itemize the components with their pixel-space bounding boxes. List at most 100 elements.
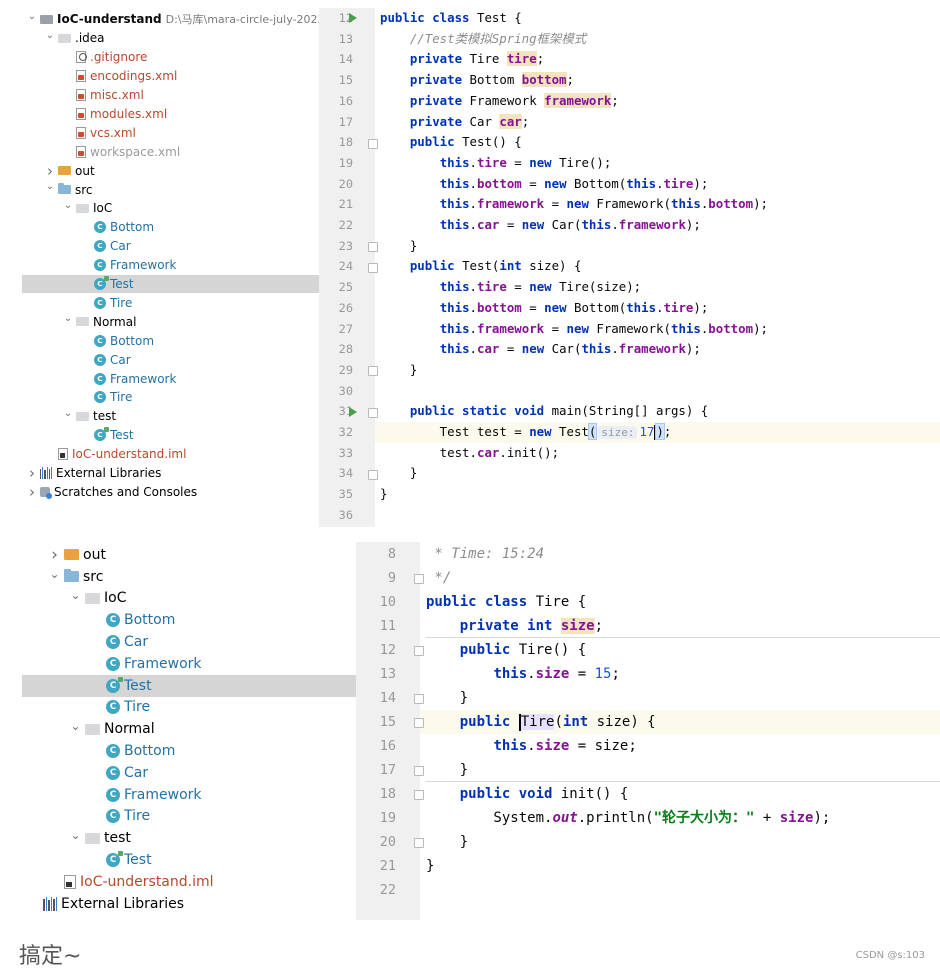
chevron-down-icon[interactable]: ⌄ (24, 11, 40, 22)
tree-item-external-libraries[interactable]: › External Libraries (22, 464, 319, 483)
tree-item-tire[interactable]: C Tire (22, 388, 319, 407)
code-line[interactable]: public static void main(String[] args) { (380, 401, 708, 422)
code-line[interactable]: private Car car; (380, 112, 529, 133)
fold-marker-icon[interactable] (414, 574, 424, 584)
chevron-right-icon[interactable]: › (24, 483, 40, 501)
fold-marker-icon[interactable] (368, 366, 378, 377)
code-line[interactable]: } (426, 830, 468, 854)
chevron-down-icon[interactable]: ⌄ (42, 181, 58, 192)
tree-item-ioc-understand-iml[interactable]: IoC-understand.iml (22, 871, 356, 893)
code-line[interactable]: * Time: 15:24 (426, 542, 544, 566)
code-line[interactable]: this.size = 15; (426, 662, 619, 686)
fold-marker-icon[interactable] (414, 838, 424, 848)
tree-item-bottom[interactable]: C Bottom (22, 331, 319, 350)
code-line[interactable]: private Bottom bottom; (380, 70, 574, 91)
fold-marker-icon[interactable] (414, 646, 424, 656)
code-line[interactable]: Test test = new Test(size: 17); (380, 422, 671, 443)
code-line[interactable]: this.size = size; (426, 734, 636, 758)
code-editor-top[interactable]: 12 public class Test {13 //Test类模拟Spring框… (319, 8, 940, 527)
chevron-down-icon[interactable]: ⌄ (42, 30, 58, 41)
code-line[interactable]: this.framework = new Framework(this.bott… (380, 319, 768, 340)
tree-item-car[interactable]: C Car (22, 237, 319, 256)
code-line[interactable]: public void init() { (426, 782, 629, 806)
tree-item-framework[interactable]: C Framework (22, 653, 356, 675)
code-line[interactable]: public Tire(int size) { (426, 710, 656, 734)
tree-item-test[interactable]: ⌄ test (22, 407, 319, 426)
fold-marker-icon[interactable] (368, 469, 378, 480)
tree-item-normal[interactable]: ⌄ Normal (22, 312, 319, 331)
chevron-down-icon[interactable]: ⌄ (66, 588, 85, 602)
tree-item-tire[interactable]: C Tire (22, 294, 319, 313)
code-line[interactable]: private Tire tire; (380, 49, 544, 70)
code-line[interactable]: } (380, 463, 417, 484)
code-line[interactable]: this.tire = new Tire(size); (380, 277, 641, 298)
tree-item-tire[interactable]: C Tire (22, 697, 356, 719)
code-line[interactable]: */ (426, 566, 451, 590)
chevron-down-icon[interactable]: ⌄ (60, 313, 76, 324)
fold-marker-icon[interactable] (368, 262, 378, 273)
tree-item-test[interactable]: C Test (22, 274, 319, 294)
tree-item-external-libraries[interactable]: External Libraries (22, 893, 356, 915)
code-line[interactable]: } (426, 758, 468, 782)
fold-marker-icon[interactable] (414, 766, 424, 776)
code-editor-bottom[interactable]: 8 * Time: 15:24 9 */ 10 public class Tire {… (356, 542, 940, 920)
code-line[interactable]: private int size; (426, 614, 603, 638)
run-icon[interactable] (349, 406, 357, 417)
tree-item-ioc[interactable]: ⌄ IoC (22, 199, 319, 218)
code-line[interactable]: test.car.init(); (380, 443, 559, 464)
tree-item-bottom[interactable]: C Bottom (22, 609, 356, 631)
tree-item-vcs-xml[interactable]: vcs.xml (22, 123, 319, 142)
code-line[interactable]: this.bottom = new Bottom(this.tire); (380, 174, 709, 195)
code-line[interactable]: //Test类模拟Spring框架模式 (380, 29, 586, 50)
chevron-down-icon[interactable]: ⌄ (45, 567, 64, 581)
code-line[interactable]: } (426, 686, 468, 710)
tree-item-workspace-xml[interactable]: workspace.xml (22, 142, 319, 161)
tree-item-idea[interactable]: ⌄ .idea (22, 29, 319, 48)
fold-marker-icon[interactable] (368, 138, 378, 149)
tree-item-misc-xml[interactable]: misc.xml (22, 86, 319, 105)
tree-item-test[interactable]: C Test (22, 674, 356, 697)
tree-item-bottom[interactable]: C Bottom (22, 740, 356, 762)
code-line[interactable]: this.bottom = new Bottom(this.tire); (380, 298, 709, 319)
tree-item-gitignore[interactable]: .gitignore (22, 48, 319, 67)
code-line[interactable]: } (380, 360, 417, 381)
code-line[interactable]: private Framework framework; (380, 91, 619, 112)
tree-item-scratches-and-consoles[interactable]: › Scratches and Consoles (22, 483, 319, 502)
code-line[interactable]: public Test() { (380, 132, 522, 153)
tree-item-tire[interactable]: C Tire (22, 806, 356, 828)
chevron-down-icon[interactable]: ⌄ (66, 719, 85, 733)
code-line[interactable]: this.framework = new Framework(this.bott… (380, 194, 768, 215)
tree-item-out[interactable]: › out (22, 544, 356, 566)
fold-marker-icon[interactable] (414, 694, 424, 704)
chevron-right-icon[interactable]: › (24, 464, 40, 482)
code-line[interactable]: this.tire = new Tire(); (380, 153, 612, 174)
code-line[interactable]: this.car = new Car(this.framework); (380, 339, 701, 360)
code-line[interactable]: public Test(int size) { (380, 256, 582, 277)
fold-marker-icon[interactable] (368, 242, 378, 253)
tree-item-encodings-xml[interactable]: encodings.xml (22, 67, 319, 86)
tree-item-modules-xml[interactable]: modules.xml (22, 105, 319, 124)
tree-item-ioc-understand-iml[interactable]: IoC-understand.iml (22, 445, 319, 464)
code-line[interactable]: } (380, 484, 387, 505)
tree-item-out[interactable]: › out (22, 161, 319, 180)
code-line[interactable]: } (380, 236, 417, 257)
chevron-down-icon[interactable]: ⌄ (60, 200, 76, 211)
fold-marker-icon[interactable] (414, 718, 424, 728)
tree-item-test[interactable]: C Test (22, 426, 319, 445)
chevron-right-icon[interactable]: › (45, 545, 64, 565)
chevron-down-icon[interactable]: ⌄ (66, 828, 85, 842)
tree-item-normal[interactable]: ⌄ Normal (22, 718, 356, 740)
tree-item-framework[interactable]: C Framework (22, 369, 319, 388)
fold-marker-icon[interactable] (368, 407, 378, 418)
tree-item-test[interactable]: C Test (22, 849, 356, 871)
code-line[interactable]: this.car = new Car(this.framework); (380, 215, 701, 236)
tree-item-src[interactable]: ⌄ src (22, 566, 356, 588)
code-line[interactable]: public class Tire { (426, 590, 586, 614)
tree-item-test[interactable]: ⌄ test (22, 827, 356, 849)
tree-item-bottom[interactable]: C Bottom (22, 218, 319, 237)
tree-item-ioc-understand[interactable]: ⌄ IoC-understand D:\马库\mara-circle-july-20… (22, 10, 319, 29)
tree-item-framework[interactable]: C Framework (22, 784, 356, 806)
fold-marker-icon[interactable] (414, 790, 424, 800)
chevron-right-icon[interactable]: › (42, 162, 58, 180)
tree-item-framework[interactable]: C Framework (22, 256, 319, 275)
